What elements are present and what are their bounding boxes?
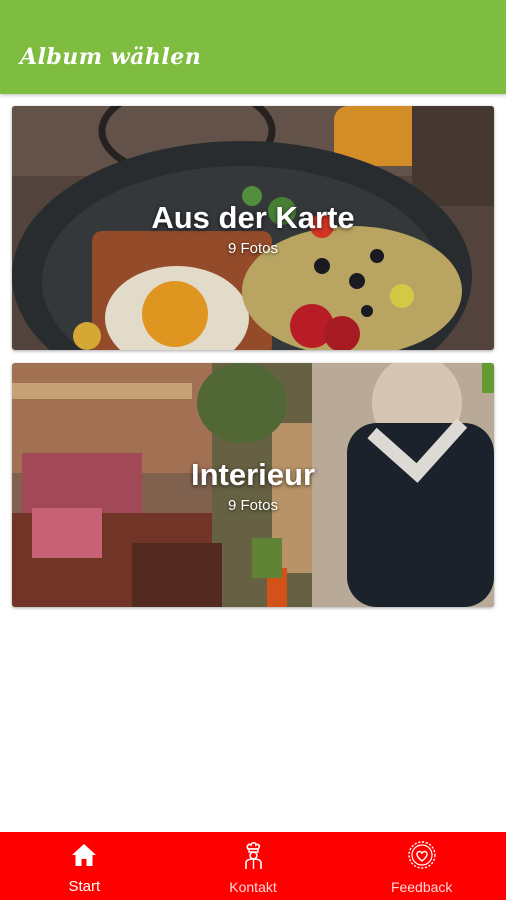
album-card-aus-der-karte[interactable]: Aus der Karte 9 Fotos xyxy=(12,106,494,350)
bottom-tab-bar: Start Kontakt Feedback xyxy=(0,832,506,900)
album-title: Aus der Karte xyxy=(151,200,355,235)
home-icon xyxy=(72,844,97,866)
page-title: Album wählen xyxy=(20,44,202,70)
tab-label: Start xyxy=(68,878,101,895)
heart-badge-icon xyxy=(407,841,436,869)
album-photo-count: 9 Fotos xyxy=(227,240,279,257)
album-card-interieur[interactable]: Interieur 9 Fotos xyxy=(12,363,494,607)
tab-label: Feedback xyxy=(390,879,453,895)
app-header: Album wählen xyxy=(0,0,506,94)
tab-label: Kontakt xyxy=(229,879,277,895)
tab-start[interactable]: Start xyxy=(0,832,169,900)
app-screen: Album wählen Aus der Karte 9 Fotos Inter… xyxy=(0,0,506,900)
album-title: Interieur xyxy=(190,457,316,492)
tab-feedback[interactable]: Feedback xyxy=(337,832,506,900)
tab-kontakt[interactable]: Kontakt xyxy=(169,832,338,900)
chef-icon xyxy=(245,841,262,869)
album-photo-count: 9 Fotos xyxy=(227,497,279,514)
